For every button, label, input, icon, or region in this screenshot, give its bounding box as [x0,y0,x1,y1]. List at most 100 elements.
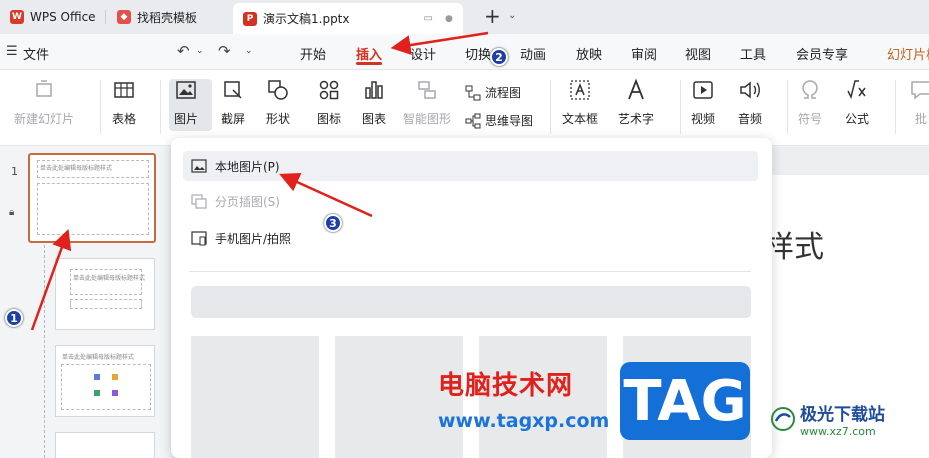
tab-wps-office[interactable]: W WPS Office [10,4,96,30]
mindmap-icon [465,113,481,128]
ribbon-divider [895,80,896,134]
tab-tools[interactable]: 工具 [740,44,766,63]
smart-graphic-label: 智能图形 [403,112,452,126]
thumb-icon [112,390,118,396]
table-button[interactable]: 表格 [112,78,136,127]
tab-label: 找稻壳模板 [137,10,198,25]
app-window: W WPS Office ◆ 找稻壳模板 P 演示文稿1.pptx ▭ ● + … [0,0,929,458]
image-icon [191,159,207,173]
ribbon-divider [787,80,788,134]
picture-label: 图片 [174,112,199,126]
ribbon-divider [100,80,101,134]
thumb-icon [94,374,100,380]
tab-view[interactable]: 视图 [685,44,711,63]
wordart-icon [628,78,644,100]
menu-paged-picture[interactable]: 分页插图(S) [183,186,758,216]
tab-animation[interactable]: 动画 [520,44,546,63]
tab-document[interactable]: P 演示文稿1.pptx ▭ ● [233,3,463,34]
ribbon: 新建幻灯片 表格 图片 截屏 形状 图标 图表 智能图形 流程图 思维导图 文本… [0,70,929,146]
thumb-body-placeholder [37,183,149,235]
tab-template[interactable]: ◆ 找稻壳模板 [117,4,197,30]
jg-site-name: 极光下载站 [800,405,885,425]
watermark-site-name: 电脑技术网 [438,371,574,401]
wordart-label: 艺术字 [618,112,655,126]
menu-local-picture[interactable]: 本地图片(P) [183,151,758,181]
symbol-button[interactable]: 符号 [798,78,822,127]
tab-label: WPS Office [30,10,96,24]
shape-icon [268,80,288,100]
tab-divider [105,10,106,24]
chart-button[interactable]: 图表 [362,78,386,127]
tab-transition[interactable]: 切换 [465,44,491,63]
tab-review[interactable]: 审阅 [631,44,657,63]
watermark-tag-logo: TAG [620,362,750,440]
shape-button[interactable]: 形状 [266,78,290,127]
master-link-line [44,245,45,458]
new-slide-label: 新建幻灯片 [14,112,75,126]
thumb-icon [112,374,118,380]
menu-paged-picture-label: 分页插图(S) [215,194,280,209]
smart-graphic-button[interactable]: 智能图形 [403,78,451,127]
paged-image-icon [191,194,207,209]
slide-thumbnail-3[interactable]: 单击此处编辑母版标题样式 [55,345,155,417]
formula-button[interactable]: 公式 [845,78,869,127]
icon-library-icon [319,80,339,100]
comment-button[interactable]: 批 [909,78,929,127]
table-icon [114,82,134,98]
slide-title-fragment[interactable]: 样式 [764,222,824,266]
chevron-down-icon[interactable]: ⌄ [508,10,516,21]
omega-icon [802,80,818,99]
tab-insert[interactable]: 插入 [356,44,382,63]
thumb-title-text: 单击此处编辑母版标题样式 [40,165,113,172]
picture-placeholder-tile[interactable] [191,336,319,458]
phone-image-icon [191,231,207,246]
new-tab-button[interactable]: + [484,4,501,28]
audio-label: 音频 [738,112,763,126]
slide-thumbnail-4[interactable] [55,432,155,458]
textbox-label: 文本框 [562,112,599,126]
screenshot-label: 截屏 [221,112,246,126]
tab-slide-library[interactable]: 幻灯片核 [887,44,929,63]
menu-file[interactable]: 文件 [23,44,49,63]
monitor-icon[interactable]: ▭ [424,13,433,24]
chart-icon [365,81,383,99]
hamburger-icon[interactable]: ☰ [6,44,18,59]
picture-icon [176,81,196,99]
video-button[interactable]: 视频 [691,78,715,127]
tab-member[interactable]: 会员专享 [796,44,848,63]
tab-label: 演示文稿1.pptx [263,12,350,26]
watermark-site-url: www.tagxp.com [438,410,610,432]
slide-thumbnail-2[interactable]: 单击此处编辑母版标题样式 [55,258,155,330]
textbox-icon [570,80,590,100]
tab-home[interactable]: 开始 [300,44,326,63]
new-slide-button[interactable]: 新建幻灯片 [14,78,74,127]
undo-chevron-icon[interactable]: ⌄ [196,46,204,56]
tab-design[interactable]: 设计 [410,44,436,63]
audio-icon [740,81,760,99]
tab-slideshow[interactable]: 放映 [576,44,602,63]
ribbon-divider [160,80,161,134]
loading-placeholder-bar [191,286,751,318]
icon-button[interactable]: 图标 [317,78,341,127]
unsaved-dot-icon[interactable]: ● [445,14,453,24]
undo-icon[interactable]: ↶ [177,42,190,60]
slide-number: 1 [11,165,18,178]
menu-phone-picture[interactable]: 手机图片/拍照 [183,223,758,253]
audio-button[interactable]: 音频 [738,78,762,127]
wordart-button[interactable]: 艺术字 [618,78,654,127]
formula-icon [847,80,866,100]
thumb-title-text: 单击此处编辑母版标题样式 [62,354,135,361]
lock-icon[interactable]: 🔒︎ [9,207,14,218]
textbox-button[interactable]: 文本框 [562,78,598,127]
screenshot-button[interactable]: 截屏 [221,78,245,127]
picture-button[interactable]: 图片 [174,78,198,127]
jg-logo-icon [771,407,795,431]
more-chevron-icon[interactable]: ⌄ [245,46,253,56]
step-badge-2: 2 [490,48,508,66]
step-badge-1: 1 [5,309,23,327]
slide-thumbnail-1[interactable]: 单击此处编辑母版标题样式 [28,153,156,243]
menu-bar: ☰ 文件 ↶ ⌄ ↷ ⌄ 开始 插入 设计 切换 动画 放映 审阅 视图 工具 … [0,34,929,93]
redo-icon[interactable]: ↷ [218,42,231,60]
flowchart-button[interactable]: 流程图 [465,84,521,101]
mindmap-button[interactable]: 思维导图 [465,112,533,129]
